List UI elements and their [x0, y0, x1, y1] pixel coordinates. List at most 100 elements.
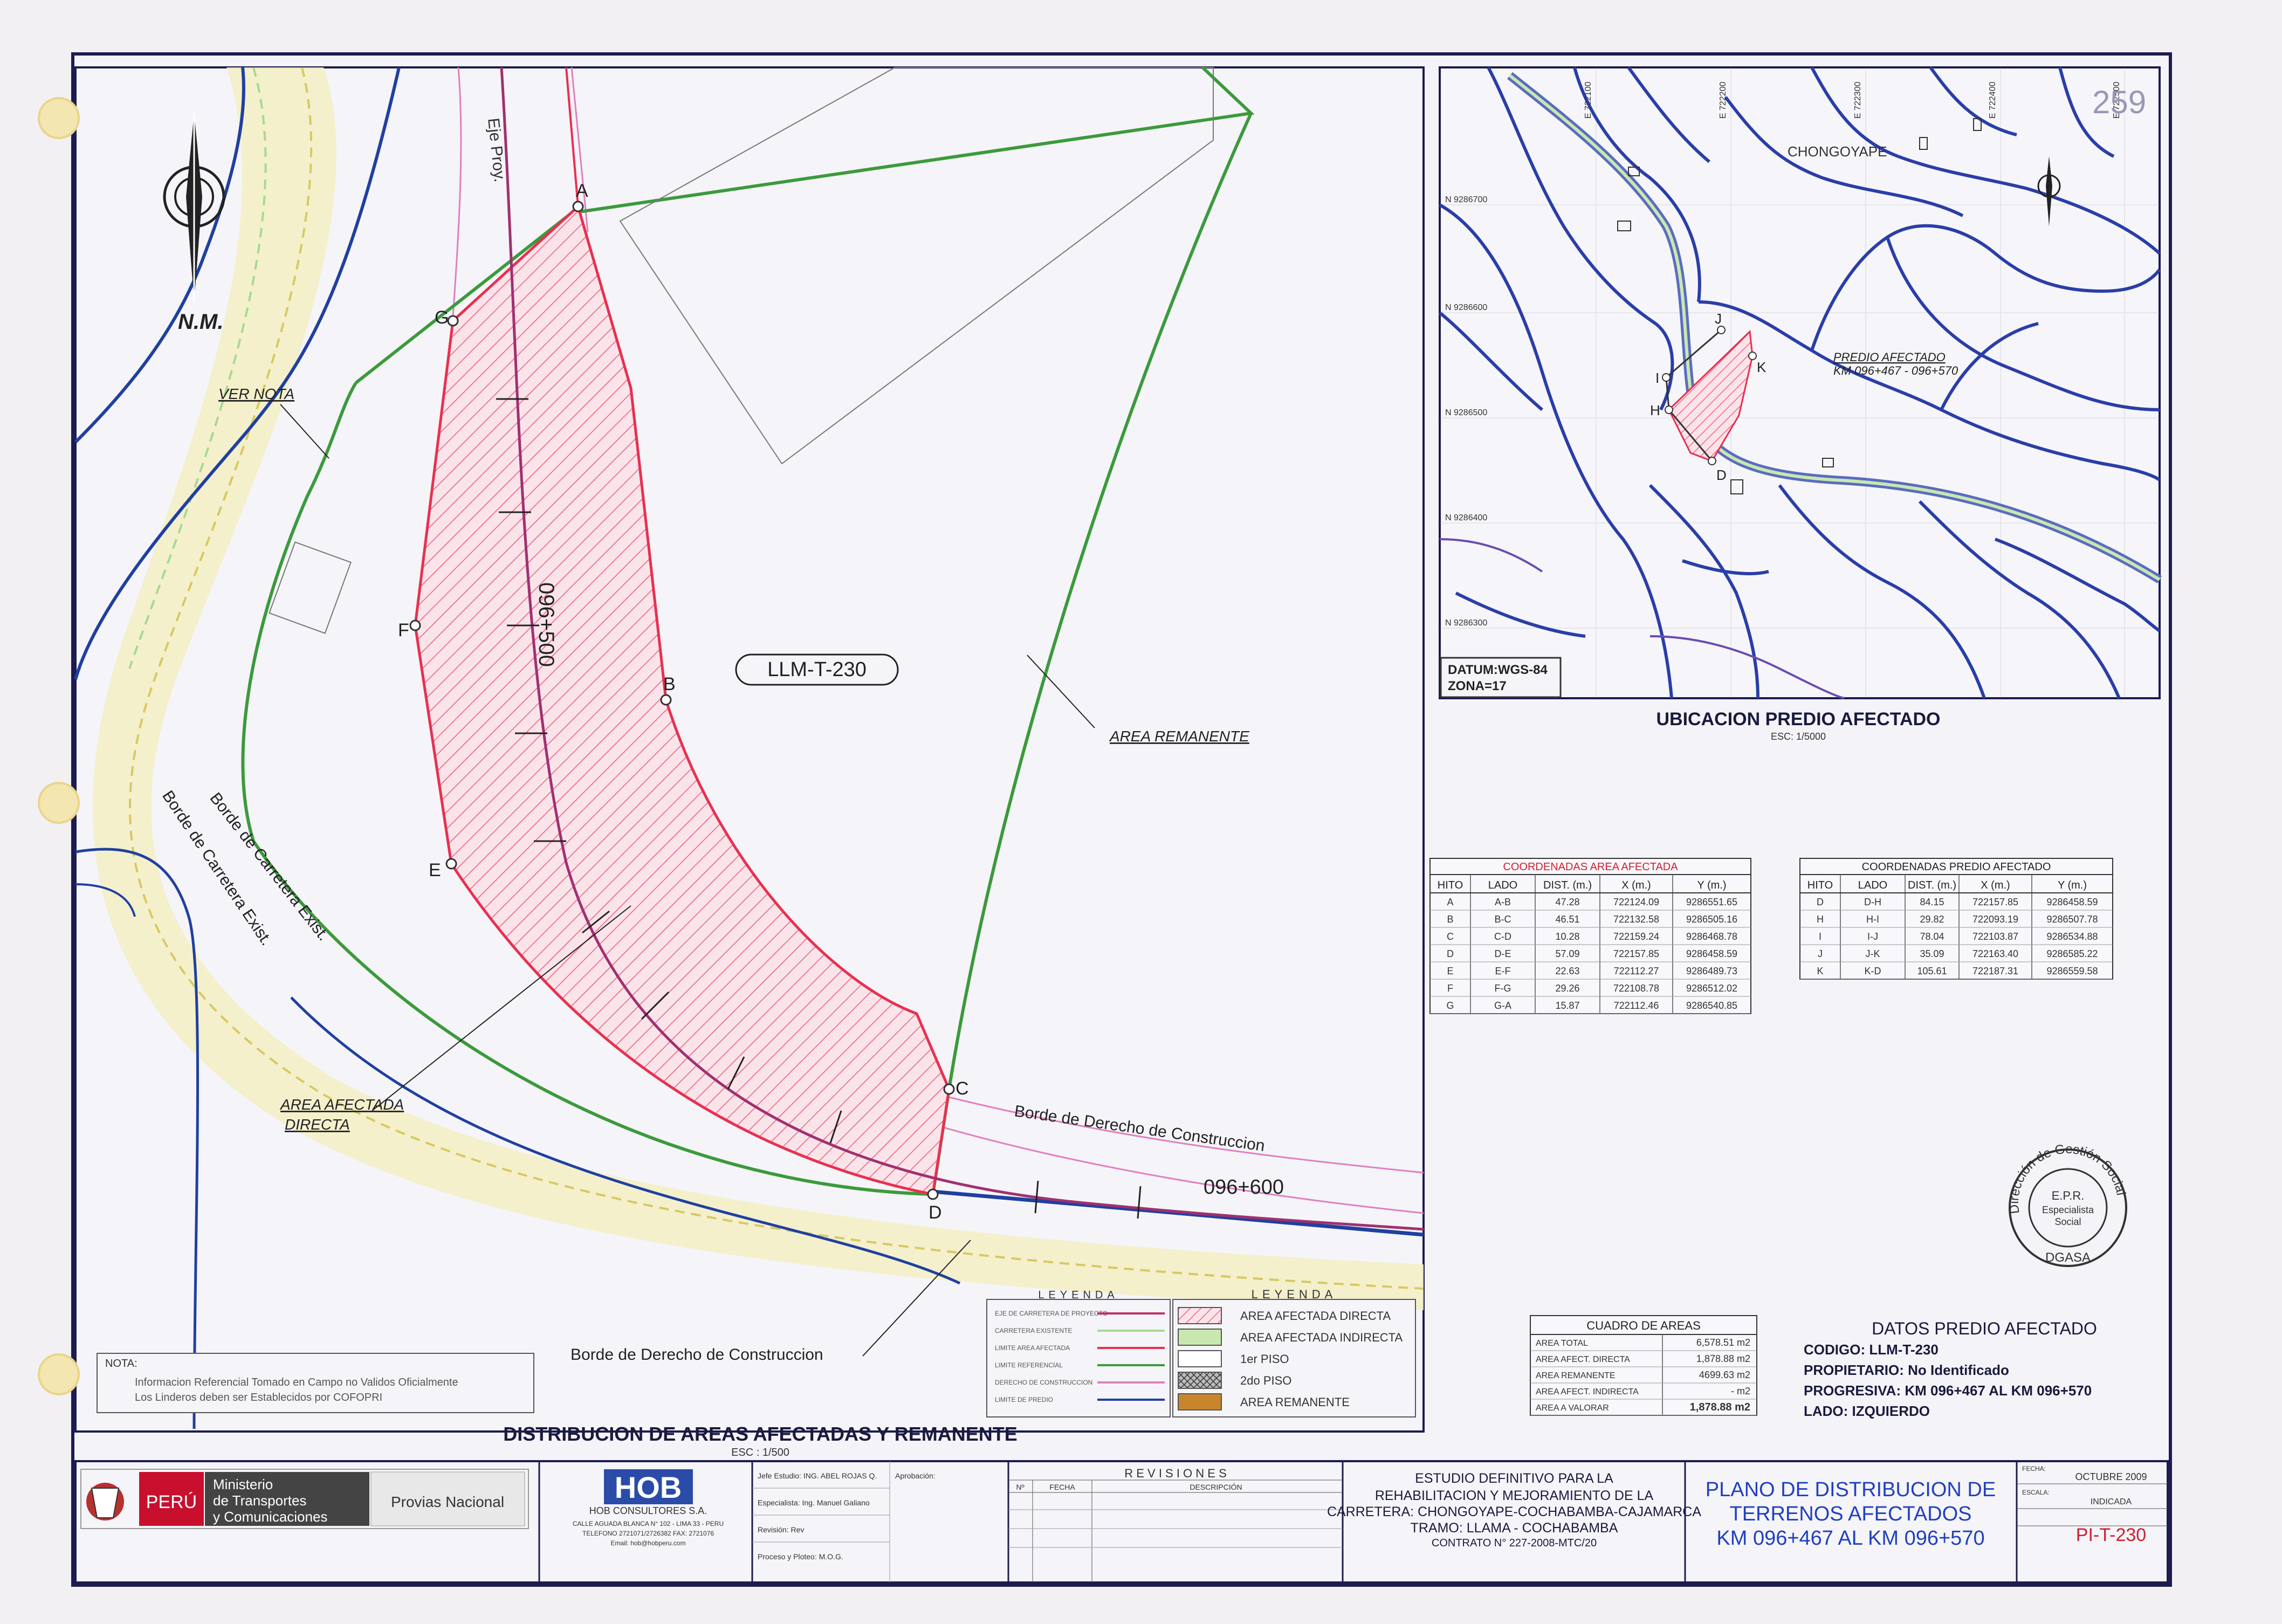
- project-line-2: REHABILITACION Y MEJORAMIENTO DE LA: [1375, 1488, 1654, 1503]
- coord-table-cell: 9286512.02: [1686, 983, 1737, 994]
- coord-table-cell: D-E: [1495, 948, 1511, 959]
- cuadro-label: AREA AFECT. INDIRECTA: [1536, 1387, 1639, 1396]
- coord-table-cell: 35.09: [1920, 948, 1944, 959]
- coord-table-cell: 722108.78: [1613, 983, 1659, 994]
- area-afectada-label-1: AREA AFECTADA: [279, 1096, 404, 1113]
- zona-label: ZONA=17: [1448, 679, 1507, 693]
- legend-lines: LEYENDA EJE DE CARRETERA DE PROYECTO CARR…: [986, 1289, 1171, 1417]
- cuadro-de-areas: CUADRO DE AREAS AREA TOTAL 6,578.51 m2 AREA…: [1530, 1315, 1757, 1416]
- plano-title-3: KM 096+467 AL KM 096+570: [1716, 1527, 1984, 1550]
- legend-area-label: AREA AFECTADA INDIRECTA: [1240, 1331, 1403, 1344]
- coord-table-header: Y (m.): [1697, 879, 1726, 891]
- coord-table-header: DIST. (m.): [1908, 879, 1956, 891]
- coord-table-cell: 15.87: [1555, 1000, 1579, 1011]
- coord-table-cell: 84.15: [1920, 897, 1944, 907]
- project-line-4: TRAMO: LLAMA - COCHABAMBA: [1411, 1520, 1618, 1536]
- sheet-number: 259: [2092, 84, 2146, 120]
- cuadro-label: AREA A VALORAR: [1536, 1403, 1609, 1413]
- datos-propietario: PROPIETARIO: No Identificado: [1804, 1362, 2009, 1378]
- coord-table-cell: 22.63: [1555, 966, 1579, 976]
- coord-table-cell: 10.28: [1555, 931, 1579, 942]
- legend-area-swatch: [1178, 1329, 1222, 1346]
- plan-scale: ESC : 1/500: [731, 1447, 789, 1458]
- nota-line-2: Los Linderos deben ser Establecidos por …: [135, 1392, 382, 1403]
- datos-title: DATOS PREDIO AFECTADO: [1872, 1319, 2097, 1338]
- coord-table-cell: 9286468.78: [1686, 931, 1737, 942]
- coord-table-cell: 722093.19: [1972, 914, 2018, 925]
- grid-n-4: N 9286400: [1445, 513, 1487, 522]
- legend-area-swatch: [1178, 1393, 1222, 1410]
- hob-name: HOB CONSULTORES S.A.: [589, 1505, 707, 1516]
- predio-label-1: PREDIO AFECTADO: [1833, 350, 1946, 364]
- lamina-number: PI-T-230: [2076, 1525, 2146, 1545]
- stamp-bottom: DGASA: [2045, 1250, 2091, 1265]
- town-label: CHONGOYAPE: [1788, 143, 1887, 160]
- drawing-sheet: A B C D E F G N.M. Eje Proy. VER NOTA LL…: [0, 0, 2282, 1621]
- legend-line-label: DERECHO DE CONSTRUCCION: [995, 1379, 1092, 1386]
- especialista: Especialista: Ing. Manuel Galiano: [758, 1498, 870, 1507]
- grid-n-2: N 9286600: [1445, 303, 1487, 312]
- coord-table-title: COORDENADAS PREDIO AFECTADO: [1862, 861, 2051, 873]
- borde-derecho-label-2: Borde de Derecho de Construccion: [570, 1346, 823, 1364]
- station-096-600: 096+600: [1204, 1176, 1284, 1199]
- coord-table-header: DIST. (m.): [1543, 879, 1592, 891]
- legend-line-label: LIMITE REFERENCIAL: [995, 1361, 1063, 1369]
- coord-table-cell: C: [1447, 931, 1454, 942]
- coord-table-header: HITO: [1807, 879, 1833, 891]
- coord-table-cell: 47.28: [1555, 897, 1579, 907]
- coord-table-cell: B-C: [1495, 914, 1511, 925]
- coord-table-cell: 29.82: [1920, 914, 1944, 925]
- coord-table-cell: E-F: [1495, 966, 1511, 976]
- cuadro-value: 1,878.88 m2: [1690, 1401, 1750, 1413]
- coord-table-cell: 9286458.59: [1686, 948, 1737, 959]
- coord-table-cell: 722112.27: [1614, 966, 1659, 976]
- ministerio-line-3: y Comunicaciones: [213, 1509, 327, 1525]
- coord-table-header: LADO: [1858, 879, 1887, 891]
- hob-address-3: Email: hob@hobperu.com: [611, 1539, 686, 1547]
- grid-n-3: N 9286500: [1445, 408, 1487, 417]
- aprobacion: Aprobación:: [895, 1471, 936, 1480]
- revision: Revisión: Rev: [758, 1525, 804, 1534]
- ministerio-line-1: Ministerio: [213, 1476, 273, 1492]
- ver-nota-label: VER NOTA: [218, 386, 294, 402]
- cuadro-label: AREA AFECT. DIRECTA: [1536, 1355, 1630, 1364]
- cuadro-label: AREA REMANENTE: [1536, 1371, 1616, 1380]
- ministerio-line-2: de Transportes: [213, 1492, 306, 1509]
- coord-table-header: LADO: [1488, 879, 1517, 891]
- coord-table-header: X (m.): [1621, 879, 1651, 891]
- legend-area-swatch: [1178, 1350, 1222, 1367]
- datum-label: DATUM:WGS-84: [1448, 663, 1548, 677]
- title-block: PERÚ Ministerio de Transportes y Comunic…: [74, 1460, 2169, 1584]
- north-label: N.M.: [178, 310, 223, 334]
- coord-table-cell: 9286458.59: [2046, 897, 2098, 907]
- coord-table-cell: 9286505.16: [1686, 914, 1737, 925]
- coord-table-area-afectada: COORDENADAS AREA AFECTADA HITO LADO DIST. (…: [1429, 858, 1751, 1014]
- coord-table-cell: A-B: [1495, 897, 1511, 907]
- coord-table-cell: 722159.24: [1613, 931, 1659, 942]
- coord-table-predio-afectado: COORDENADAS PREDIO AFECTADO HITO LADO DIST.…: [1799, 858, 2113, 980]
- area-remanente-label: AREA REMANENTE: [1109, 728, 1249, 745]
- coord-table-cell: 722187.31: [1972, 966, 2018, 976]
- coord-table-header: HITO: [1438, 879, 1463, 891]
- escala-value: INDICADA: [2091, 1497, 2132, 1506]
- coord-table-cell: G-A: [1494, 1000, 1511, 1011]
- coord-table-cell: 46.51: [1555, 914, 1579, 925]
- grid-e-3: E 722300: [1853, 81, 1862, 119]
- rev-col-fecha: FECHA: [1049, 1483, 1075, 1491]
- coord-table-cell: 722103.87: [1972, 931, 2018, 942]
- coord-table-cell: J: [1818, 948, 1823, 959]
- legend-area-label: AREA REMANENTE: [1240, 1395, 1350, 1409]
- stamp-center-3: Social: [2054, 1216, 2081, 1227]
- coord-table-cell: 722157.85: [1972, 897, 2018, 907]
- stamp-center-2: Especialista: [2042, 1205, 2094, 1215]
- punch-hole-middle: [38, 782, 80, 824]
- plan-title: DISTRIBUCION DE AREAS AFECTADAS Y REMANE…: [503, 1423, 1017, 1445]
- station-096-500: 096+500: [534, 582, 558, 667]
- legend-line-label: EJE DE CARRETERA DE PROYECTO: [995, 1310, 1108, 1317]
- peru-label: PERÚ: [146, 1492, 197, 1512]
- coord-table-cell: F-G: [1495, 983, 1511, 994]
- coord-table-cell: D: [1817, 897, 1824, 907]
- hob-logo: HOB: [615, 1470, 682, 1504]
- coord-table-cell: B: [1447, 914, 1453, 925]
- map-hito-j: J: [1715, 311, 1722, 327]
